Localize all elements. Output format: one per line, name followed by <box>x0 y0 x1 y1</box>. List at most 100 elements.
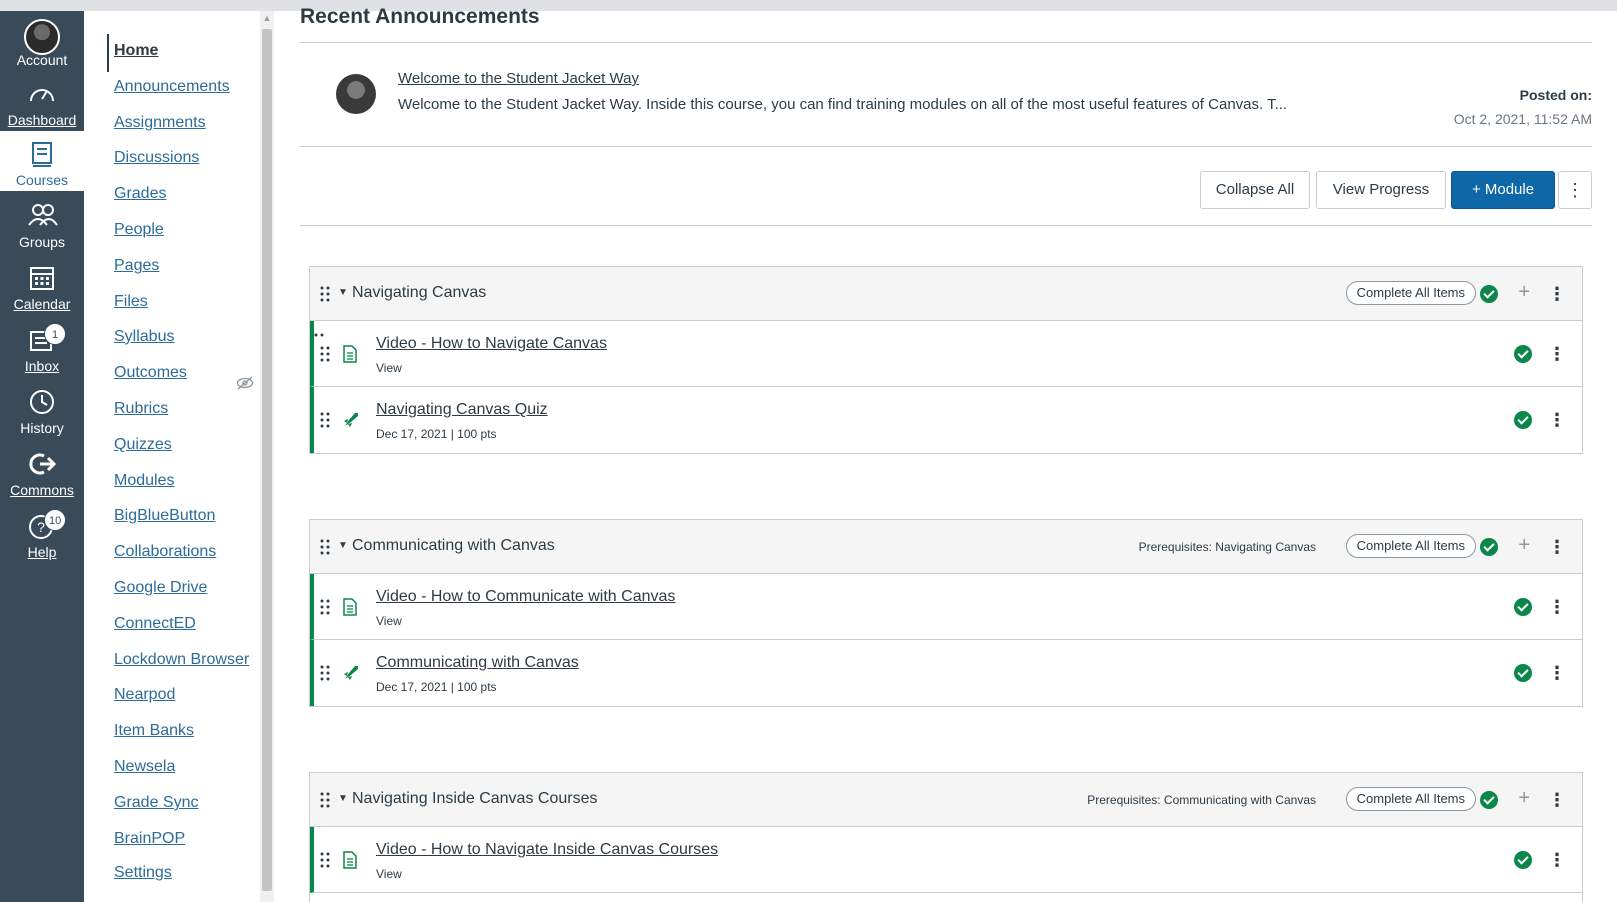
global-nav-label: Inbox <box>24 358 60 374</box>
course-nav-bigbluebutton[interactable]: BigBlueButton <box>114 507 215 525</box>
course-nav-home[interactable]: Home <box>114 42 158 60</box>
history-icon <box>30 390 54 414</box>
collapse-caret-icon[interactable]: ▼ <box>338 793 348 804</box>
module-header[interactable]: ▼ Navigating Canvas Complete All Items +… <box>310 267 1582 321</box>
calendar-icon <box>30 267 54 290</box>
course-nav-grade-sync[interactable]: Grade Sync <box>114 794 198 812</box>
module-item[interactable]: Communicating with Canvas Dec 17, 2021 |… <box>310 640 1582 706</box>
course-nav-modules[interactable]: Modules <box>114 472 174 490</box>
drag-handle-icon <box>314 333 324 337</box>
posted-on-label: Posted on: <box>1519 87 1592 103</box>
drag-handle-icon[interactable] <box>320 852 330 868</box>
scroll-up-arrow-icon[interactable]: ▲ <box>262 13 272 23</box>
module-communicating-with-canvas: ▼ Communicating with Canvas Prerequisite… <box>309 519 1583 707</box>
global-nav-calendar[interactable]: Calendar <box>0 255 84 315</box>
item-complete-check-icon <box>1514 345 1532 363</box>
item-options-kebab-icon[interactable]: ⋮ <box>1548 598 1566 616</box>
course-nav-settings[interactable]: Settings <box>114 864 172 882</box>
module-navigating-inside-canvas-courses: ▼ Navigating Inside Canvas Courses Prere… <box>309 772 1583 902</box>
course-nav-syllabus[interactable]: Syllabus <box>114 328 174 346</box>
global-nav-label: Groups <box>19 234 65 250</box>
course-nav-nearpod[interactable]: Nearpod <box>114 686 175 704</box>
module-item-title-link[interactable]: Communicating with Canvas <box>376 654 579 672</box>
module-header[interactable]: ▼ Communicating with Canvas Prerequisite… <box>310 520 1582 574</box>
add-item-plus-icon[interactable]: + <box>1518 787 1530 810</box>
collapse-caret-icon[interactable]: ▼ <box>338 287 348 298</box>
module-item-requirement: View <box>376 361 402 375</box>
course-nav-quizzes[interactable]: Quizzes <box>114 436 172 454</box>
drag-handle-icon[interactable] <box>320 346 330 362</box>
drag-handle-icon[interactable] <box>320 286 330 302</box>
item-options-kebab-icon[interactable]: ⋮ <box>1548 664 1566 682</box>
module-item[interactable]: Video - How to Navigate Inside Canvas Co… <box>310 827 1582 893</box>
course-nav-lockdown-browser[interactable]: Lockdown Browser <box>114 651 249 669</box>
scrollbar-thumb[interactable] <box>262 29 272 891</box>
view-progress-button[interactable]: View Progress <box>1316 171 1446 209</box>
global-nav-courses[interactable]: Courses <box>0 131 84 191</box>
item-options-kebab-icon[interactable]: ⋮ <box>1548 411 1566 429</box>
page-icon <box>343 345 357 363</box>
course-nav-discussions[interactable]: Discussions <box>114 149 199 167</box>
course-nav-item-banks[interactable]: Item Banks <box>114 722 194 740</box>
module-item-title-link[interactable]: Video - How to Navigate Canvas <box>376 335 607 353</box>
dashboard-icon <box>30 89 54 102</box>
global-nav-label: Help <box>27 544 57 560</box>
completion-requirement-pill: Complete All Items <box>1345 534 1476 558</box>
courses-icon <box>32 142 52 167</box>
course-nav-connected[interactable]: ConnectED <box>114 615 196 633</box>
module-options-kebab-icon[interactable]: ⋮ <box>1548 791 1566 809</box>
module-item-title-link[interactable]: Video - How to Navigate Inside Canvas Co… <box>376 841 718 859</box>
announcement-preview: Welcome to the Student Jacket Way. Insid… <box>398 96 1288 113</box>
global-nav-label: History <box>20 420 64 436</box>
drag-handle-icon[interactable] <box>320 792 330 808</box>
global-nav-history[interactable]: History <box>0 379 84 439</box>
course-nav-google-drive[interactable]: Google Drive <box>114 579 207 597</box>
item-options-kebab-icon[interactable]: ⋮ <box>1548 345 1566 363</box>
global-nav-label: Account <box>16 52 68 68</box>
module-options-kebab-icon[interactable]: ⋮ <box>1548 538 1566 556</box>
module-item-title-link[interactable]: Navigating Canvas Quiz <box>376 401 548 419</box>
global-nav-inbox[interactable]: 1 Inbox <box>0 317 84 377</box>
course-nav-collaborations[interactable]: Collaborations <box>114 543 216 561</box>
course-nav-outcomes[interactable]: Outcomes <box>114 364 187 382</box>
course-nav-pages[interactable]: Pages <box>114 257 159 275</box>
module-item[interactable]: Navigating Canvas Quiz Dec 17, 2021 | 10… <box>310 387 1582 453</box>
drag-handle-icon[interactable] <box>320 599 330 615</box>
drag-handle-icon[interactable] <box>320 412 330 428</box>
course-nav-newsela[interactable]: Newsela <box>114 758 175 776</box>
global-nav-account[interactable]: Account <box>0 11 84 71</box>
drag-handle-icon[interactable] <box>320 665 330 681</box>
item-options-kebab-icon[interactable]: ⋮ <box>1548 851 1566 869</box>
collapse-caret-icon[interactable]: ▼ <box>338 540 348 551</box>
divider <box>300 146 1592 147</box>
module-header[interactable]: ▼ Navigating Inside Canvas Courses Prere… <box>310 773 1582 827</box>
course-nav-files[interactable]: Files <box>114 293 148 311</box>
global-nav-label: Courses <box>15 172 69 188</box>
modules-more-options-button[interactable]: ⋮ <box>1558 171 1592 209</box>
browser-top-strip <box>0 0 1617 11</box>
drag-handle-icon[interactable] <box>320 539 330 555</box>
module-options-kebab-icon[interactable]: ⋮ <box>1548 285 1566 303</box>
add-module-button[interactable]: + Module <box>1451 171 1555 209</box>
module-item[interactable]: Video - How to Communicate with Canvas V… <box>310 574 1582 640</box>
course-nav-rubrics[interactable]: Rubrics <box>114 400 168 418</box>
course-nav-assignments[interactable]: Assignments <box>114 114 206 132</box>
module-item-title-link[interactable]: Video - How to Communicate with Canvas <box>376 588 675 606</box>
global-nav-help[interactable]: ? 10 Help <box>0 503 84 563</box>
global-nav-groups[interactable]: Groups <box>0 193 84 253</box>
course-nav-brainpop[interactable]: BrainPOP <box>114 830 185 848</box>
announcement-title-link[interactable]: Welcome to the Student Jacket Way <box>398 70 639 87</box>
commons-icon <box>29 453 56 475</box>
global-nav-dashboard[interactable]: Dashboard <box>0 71 84 131</box>
global-nav-label: Calendar <box>13 296 71 312</box>
module-navigating-canvas: ▼ Navigating Canvas Complete All Items +… <box>309 266 1583 454</box>
collapse-all-button[interactable]: Collapse All <box>1200 171 1310 209</box>
global-nav-commons[interactable]: Commons <box>0 441 84 501</box>
add-item-plus-icon[interactable]: + <box>1518 281 1530 304</box>
course-nav-people[interactable]: People <box>114 221 164 239</box>
add-item-plus-icon[interactable]: + <box>1518 534 1530 557</box>
course-nav-grades[interactable]: Grades <box>114 185 166 203</box>
course-nav-announcements[interactable]: Announcements <box>114 78 230 96</box>
module-item[interactable]: Video - How to Navigate Canvas View ⋮ <box>310 321 1582 387</box>
module-item-details: Dec 17, 2021 | 100 pts <box>376 680 497 694</box>
